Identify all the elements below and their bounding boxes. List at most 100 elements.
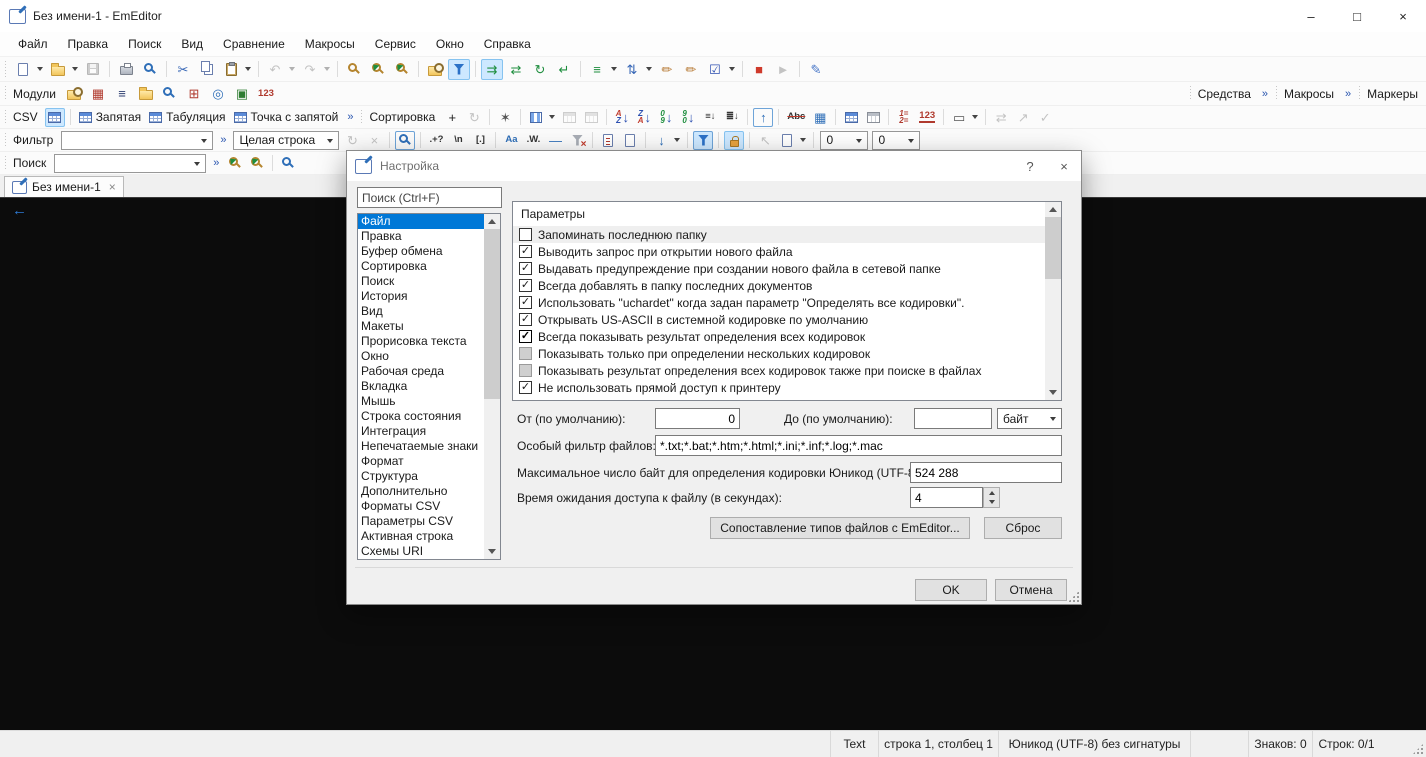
csv-mode-toggle[interactable] [45, 108, 65, 127]
split-column-button[interactable]: ▦ [810, 108, 830, 127]
new-file-dropdown[interactable] [35, 60, 45, 79]
toolbar-grip[interactable] [5, 156, 6, 170]
macro-list-dropdown[interactable] [727, 60, 737, 79]
match-case-toggle[interactable]: Aa [501, 131, 521, 150]
plugin-projects-button[interactable] [63, 83, 85, 104]
search-next-button[interactable] [225, 154, 245, 173]
minimize-button[interactable]: – [1288, 0, 1334, 32]
document-tab[interactable]: Без имени-1 × [4, 176, 124, 197]
cell-borders-dropdown[interactable] [970, 108, 980, 127]
settings-category-item[interactable]: Интеграция [358, 424, 500, 439]
toolbar-grip[interactable] [5, 133, 6, 147]
find-next-button[interactable] [367, 59, 389, 80]
option-row[interactable]: Показывать только при определении нескол… [513, 345, 1061, 362]
menu-item[interactable]: Окно [426, 32, 474, 56]
extract-options-button[interactable] [777, 131, 797, 150]
plugin-sort-button[interactable]: ⊞ [183, 83, 205, 104]
redo-dropdown[interactable] [322, 60, 332, 79]
stepper-down-icon[interactable] [984, 498, 999, 508]
settings-category-item[interactable]: Вид [358, 304, 500, 319]
checkbox-checked-bold-icon[interactable] [519, 330, 532, 343]
option-row[interactable]: Всегда показывать результат определения … [513, 328, 1061, 345]
filter-dialog-button[interactable] [693, 131, 713, 150]
settings-category-item[interactable]: Файл [358, 214, 500, 229]
unit-combo[interactable]: байт [997, 408, 1062, 429]
plugin-open-documents-button[interactable] [135, 83, 157, 104]
outline-button[interactable]: ≡ [586, 59, 608, 80]
option-row[interactable]: Не использовать прямой доступ к принтеру [513, 379, 1061, 396]
remove-filter-button[interactable] [567, 131, 587, 150]
outline-dropdown[interactable] [609, 60, 619, 79]
checkbox-checked-icon[interactable] [519, 296, 532, 309]
ruler-button[interactable]: 123 [916, 108, 938, 127]
status-file-type[interactable]: Text [830, 731, 878, 757]
find-button[interactable] [343, 59, 365, 80]
menu-item[interactable]: Справка [474, 32, 541, 56]
checkbox-checked-icon[interactable] [519, 245, 532, 258]
edit-macro-button[interactable]: ✏ [680, 59, 702, 80]
option-row[interactable]: Запоминать последнюю папку [513, 226, 1061, 243]
stop-record-button[interactable]: ■ [748, 59, 770, 80]
option-row[interactable]: Выдавать предупреждение при создании нов… [513, 260, 1061, 277]
csv-tab-button[interactable]: Табуляция [146, 108, 228, 127]
search-previous-button[interactable] [247, 154, 267, 173]
associate-file-types-button[interactable]: Сопоставление типов файлов с EmEditor... [710, 517, 970, 539]
scroll-up-arrow[interactable] [1045, 202, 1061, 217]
checkbox-checked-icon[interactable] [519, 262, 532, 275]
settings-category-item[interactable]: Вкладка [358, 379, 500, 394]
settings-category-item[interactable]: Макеты [358, 319, 500, 334]
scroll-down-arrow[interactable] [484, 544, 500, 559]
toolbar-grip[interactable] [1276, 86, 1277, 101]
search-dialog-button[interactable] [278, 154, 298, 173]
filter-overflow-chevron[interactable]: » [215, 134, 231, 146]
menu-item[interactable]: Файл [8, 32, 58, 56]
from-input[interactable] [655, 408, 740, 429]
open-file-dropdown[interactable] [70, 60, 80, 79]
resize-grip[interactable] [1412, 743, 1424, 755]
find-previous-button[interactable] [391, 59, 413, 80]
csv-overflow-chevron[interactable]: » [342, 111, 358, 123]
menu-item[interactable]: Сервис [365, 32, 426, 56]
regex-toggle[interactable]: .+? [426, 131, 446, 150]
filter-input-combo[interactable] [61, 131, 213, 150]
toolbar-grip[interactable] [1359, 86, 1360, 101]
menu-item[interactable]: Поиск [118, 32, 171, 56]
sort-ascending-numbers-button[interactable]: ↓ [656, 108, 676, 127]
add-sort-button[interactable]: + [442, 108, 462, 127]
search-overflow-chevron[interactable]: » [208, 157, 224, 169]
copy-column-button[interactable]: ↗ [1013, 108, 1033, 127]
settings-category-item[interactable]: Формат [358, 454, 500, 469]
cancel-button[interactable]: Отмена [995, 579, 1067, 601]
settings-category-item[interactable]: Мышь [358, 394, 500, 409]
cut-button[interactable]: ✂ [172, 59, 194, 80]
plugin-snippets-button[interactable]: ▣ [231, 83, 253, 104]
redo-button[interactable]: ↷ [299, 59, 321, 80]
status-line-count[interactable]: Строк: 0/1 [1312, 731, 1380, 757]
cell-borders-button[interactable]: ▭ [949, 108, 969, 127]
print-preview-button[interactable] [139, 59, 161, 80]
status-cursor-position[interactable]: строка 1, столбец 1 [878, 731, 998, 757]
settings-category-item[interactable]: Буфер обмена [358, 244, 500, 259]
merge-columns-button[interactable] [841, 108, 861, 127]
macros-overflow-chevron[interactable]: » [1340, 88, 1356, 100]
sort-length-ascending-button[interactable]: ≡↓ [700, 108, 720, 127]
extract-options-dropdown[interactable] [798, 131, 808, 150]
settings-search-input[interactable] [357, 187, 502, 208]
toolbar-grip[interactable] [1190, 86, 1191, 101]
dialog-resize-grip[interactable] [1068, 591, 1079, 602]
sort-descending-numbers-button[interactable]: ↓ [678, 108, 698, 127]
refresh-view-button[interactable]: ↻ [529, 59, 551, 80]
macro-list-button[interactable]: ☑ [704, 59, 726, 80]
csv-semicolon-button[interactable]: Точка с запятой [231, 108, 342, 127]
move-column-button[interactable]: ⇄ [991, 108, 1011, 127]
toolbar-grip[interactable] [5, 61, 6, 77]
depth-combo[interactable]: 0 [872, 131, 920, 150]
delete-column-button[interactable] [581, 108, 601, 127]
undo-button[interactable]: ↶ [264, 59, 286, 80]
sync-scroll-button[interactable]: ⇅ [621, 59, 643, 80]
to-input[interactable] [914, 408, 992, 429]
print-button[interactable] [115, 59, 137, 80]
scroll-thumb[interactable] [484, 229, 500, 399]
settings-category-item[interactable]: Непечатаемые знаки [358, 439, 500, 454]
toolbar-grip[interactable] [5, 86, 6, 101]
